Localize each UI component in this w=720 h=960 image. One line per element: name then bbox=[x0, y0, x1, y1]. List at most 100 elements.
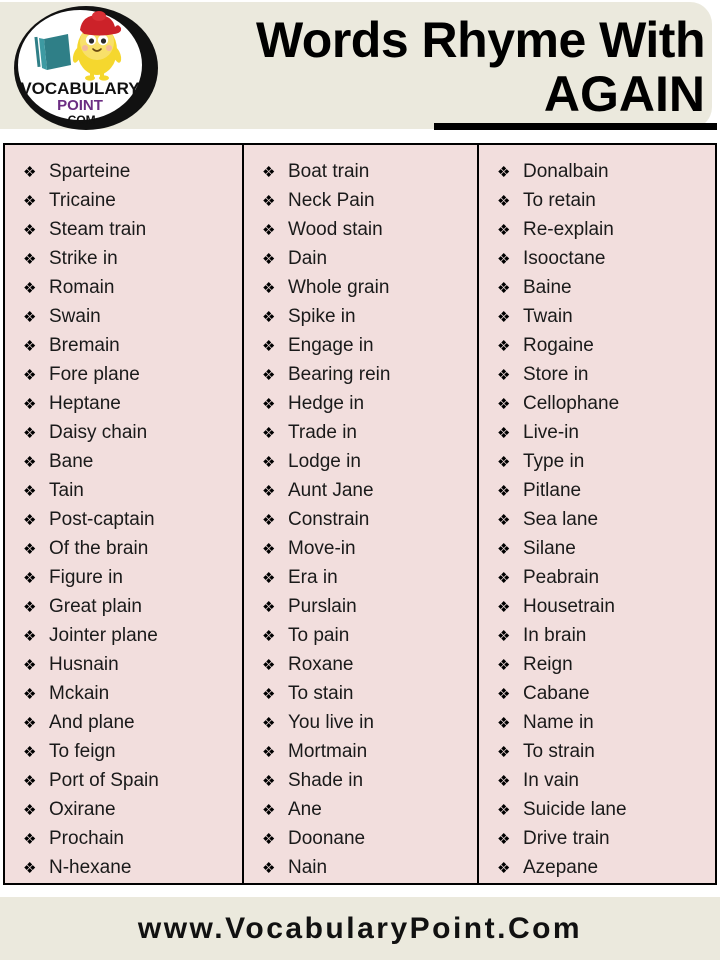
list-item: ❖ Sea lane bbox=[479, 505, 715, 534]
list-item: ❖ Sparteine bbox=[5, 157, 242, 186]
diamond-bullet-icon: ❖ bbox=[262, 657, 276, 674]
rhyme-word: Fore plane bbox=[49, 364, 140, 385]
rhyme-word: Baine bbox=[523, 277, 572, 298]
diamond-bullet-icon: ❖ bbox=[262, 860, 276, 877]
diamond-bullet-icon: ❖ bbox=[23, 599, 37, 616]
list-item: ❖ Drive train bbox=[479, 824, 715, 853]
list-item: ❖ Trade in bbox=[244, 418, 477, 447]
list-item: ❖ Port of Spain bbox=[5, 766, 242, 795]
vocabulary-point-logo: VOCABULARY POINT .COM bbox=[8, 3, 168, 131]
rhyme-word: Neck Pain bbox=[288, 190, 375, 211]
list-item: ❖ Neck Pain bbox=[244, 186, 477, 215]
list-item: ❖ Nain bbox=[244, 853, 477, 882]
rhyme-word: Great plain bbox=[49, 596, 142, 617]
rhyme-word: Era in bbox=[288, 567, 338, 588]
diamond-bullet-icon: ❖ bbox=[262, 512, 276, 529]
rhyme-word-table: ❖ Sparteine ❖ Tricaine ❖ Steam train ❖ Strike i… bbox=[3, 143, 717, 885]
list-item: ❖ Era in bbox=[244, 563, 477, 592]
rhyme-word: Figure in bbox=[49, 567, 123, 588]
rhyme-word: Pitlane bbox=[523, 480, 582, 501]
diamond-bullet-icon: ❖ bbox=[497, 599, 511, 616]
rhyme-word: Live-in bbox=[523, 422, 579, 443]
list-item: ❖ Fore plane bbox=[5, 360, 242, 389]
diamond-bullet-icon: ❖ bbox=[262, 483, 276, 500]
diamond-bullet-icon: ❖ bbox=[23, 280, 37, 297]
list-item: ❖ Tricaine bbox=[5, 186, 242, 215]
diamond-bullet-icon: ❖ bbox=[23, 802, 37, 819]
list-item: ❖ Type in bbox=[479, 447, 715, 476]
word-column-3: ❖ Donalbain ❖ To retain ❖ Re-explain ❖ Isooctan… bbox=[479, 145, 715, 883]
diamond-bullet-icon: ❖ bbox=[497, 483, 511, 500]
diamond-bullet-icon: ❖ bbox=[497, 193, 511, 210]
diamond-bullet-icon: ❖ bbox=[23, 570, 37, 587]
rhyme-word: Azepane bbox=[523, 857, 599, 878]
list-item: ❖ Peabrain bbox=[479, 563, 715, 592]
rhyme-word: Bane bbox=[49, 451, 94, 472]
rhyme-word: Sparteine bbox=[49, 161, 131, 182]
word-column-2: ❖ Boat train ❖ Neck Pain ❖ Wood stain ❖ Dain ❖ Wh… bbox=[242, 145, 479, 883]
title-line-2: AGAIN bbox=[543, 66, 705, 122]
list-item: ❖ Store in bbox=[479, 360, 715, 389]
rhyme-word: To retain bbox=[523, 190, 596, 211]
rhyme-word: Mortmain bbox=[288, 741, 368, 762]
list-item: ❖ Oxirane bbox=[5, 795, 242, 824]
list-item: ❖ Mckain bbox=[5, 679, 242, 708]
list-item: ❖ Rogaine bbox=[479, 331, 715, 360]
list-item: ❖ Bane bbox=[5, 447, 242, 476]
list-item: ❖ Doonane bbox=[244, 824, 477, 853]
rhyme-word: Reign bbox=[523, 654, 573, 675]
list-item: ❖ Boat train bbox=[244, 157, 477, 186]
diamond-bullet-icon: ❖ bbox=[262, 831, 276, 848]
list-item: ❖ Bremain bbox=[5, 331, 242, 360]
diamond-bullet-icon: ❖ bbox=[23, 222, 37, 239]
rhyme-word: Shade in bbox=[288, 770, 364, 791]
list-item: ❖ In vain bbox=[479, 766, 715, 795]
diamond-bullet-icon: ❖ bbox=[262, 222, 276, 239]
diamond-bullet-icon: ❖ bbox=[497, 251, 511, 268]
diamond-bullet-icon: ❖ bbox=[262, 251, 276, 268]
diamond-bullet-icon: ❖ bbox=[262, 309, 276, 326]
list-item: ❖ Figure in bbox=[5, 563, 242, 592]
rhyme-word: Cabane bbox=[523, 683, 590, 704]
diamond-bullet-icon: ❖ bbox=[497, 541, 511, 558]
list-item: ❖ Engage in bbox=[244, 331, 477, 360]
diamond-bullet-icon: ❖ bbox=[497, 657, 511, 674]
rhyme-word: Donalbain bbox=[523, 161, 609, 182]
diamond-bullet-icon: ❖ bbox=[497, 396, 511, 413]
rhyme-word: N-hexane bbox=[49, 857, 132, 878]
rhyme-word: Spike in bbox=[288, 306, 356, 327]
list-item: ❖ Bearing rein bbox=[244, 360, 477, 389]
list-item: ❖ Pitlane bbox=[479, 476, 715, 505]
list-item: ❖ Swain bbox=[5, 302, 242, 331]
list-item: ❖ Twain bbox=[479, 302, 715, 331]
rhyme-word: Peabrain bbox=[523, 567, 600, 588]
rhyme-word: Doonane bbox=[288, 828, 366, 849]
list-item: ❖ Romain bbox=[5, 273, 242, 302]
diamond-bullet-icon: ❖ bbox=[497, 338, 511, 355]
list-item: ❖ Roxane bbox=[244, 650, 477, 679]
list-item: ❖ Spike in bbox=[244, 302, 477, 331]
diamond-bullet-icon: ❖ bbox=[262, 599, 276, 616]
rhyme-word: Drive train bbox=[523, 828, 610, 849]
list-item: ❖ Re-explain bbox=[479, 215, 715, 244]
diamond-bullet-icon: ❖ bbox=[497, 280, 511, 297]
diamond-bullet-icon: ❖ bbox=[23, 628, 37, 645]
diamond-bullet-icon: ❖ bbox=[23, 831, 37, 848]
title-underline-bar bbox=[434, 123, 717, 130]
list-item: ❖ Aunt Jane bbox=[244, 476, 477, 505]
rhyme-word: Store in bbox=[523, 364, 589, 385]
diamond-bullet-icon: ❖ bbox=[262, 628, 276, 645]
rhyme-word: Nain bbox=[288, 857, 328, 878]
list-item: ❖ Husnain bbox=[5, 650, 242, 679]
list-item: ❖ Steam train bbox=[5, 215, 242, 244]
rhyme-word: Trade in bbox=[288, 422, 357, 443]
diamond-bullet-icon: ❖ bbox=[497, 860, 511, 877]
list-item: ❖ Ane bbox=[244, 795, 477, 824]
list-item: ❖ And plane bbox=[5, 708, 242, 737]
rhyme-word: To strain bbox=[523, 741, 595, 762]
rhyme-word: Re-explain bbox=[523, 219, 614, 240]
list-item: ❖ Silane bbox=[479, 534, 715, 563]
rhyme-word: Swain bbox=[49, 306, 101, 327]
list-item: ❖ To strain bbox=[479, 737, 715, 766]
rhyme-word: Type in bbox=[523, 451, 585, 472]
